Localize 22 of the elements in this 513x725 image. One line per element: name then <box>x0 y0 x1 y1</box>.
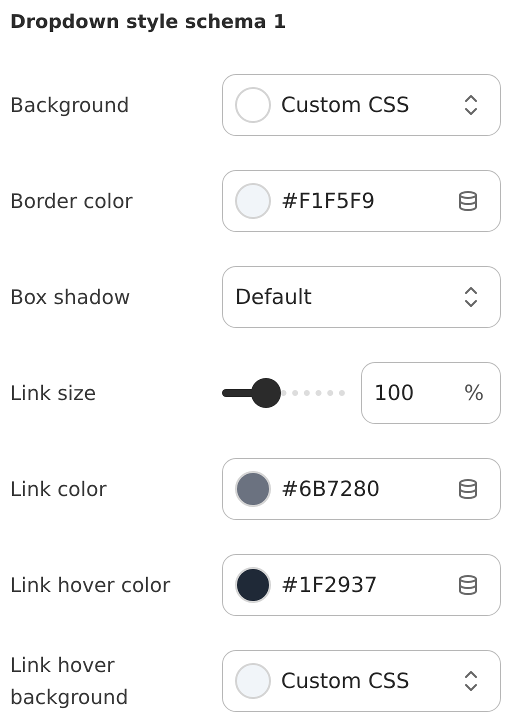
select-field[interactable]: Custom CSS <box>222 74 501 136</box>
chevron-updown-icon <box>462 92 480 118</box>
select-field[interactable]: Custom CSS <box>222 650 501 712</box>
database-icon[interactable] <box>456 573 480 597</box>
field-label: Link size <box>10 380 98 407</box>
field-label: Box shadow <box>10 284 132 311</box>
field-label: Link hover color <box>10 572 172 599</box>
section-title: Dropdown style schema 1 <box>10 10 288 35</box>
chevron-updown-icon <box>462 668 480 694</box>
color-field[interactable]: #6B7280 <box>222 458 501 520</box>
field-label: Background <box>10 92 130 119</box>
chevron-updown-icon <box>462 284 480 310</box>
input-field[interactable]: 100 % <box>361 362 501 424</box>
select-field[interactable]: Default <box>222 266 501 328</box>
database-icon[interactable] <box>456 477 480 501</box>
field-label: Link color <box>10 476 108 503</box>
color-field[interactable]: #F1F5F9 <box>222 170 501 232</box>
field-label: Border color <box>10 188 134 215</box>
field-label: Link hover background <box>10 652 130 711</box>
color-field[interactable]: #1F2937 <box>222 554 501 616</box>
slider[interactable] <box>222 378 345 408</box>
database-icon[interactable] <box>456 189 480 213</box>
